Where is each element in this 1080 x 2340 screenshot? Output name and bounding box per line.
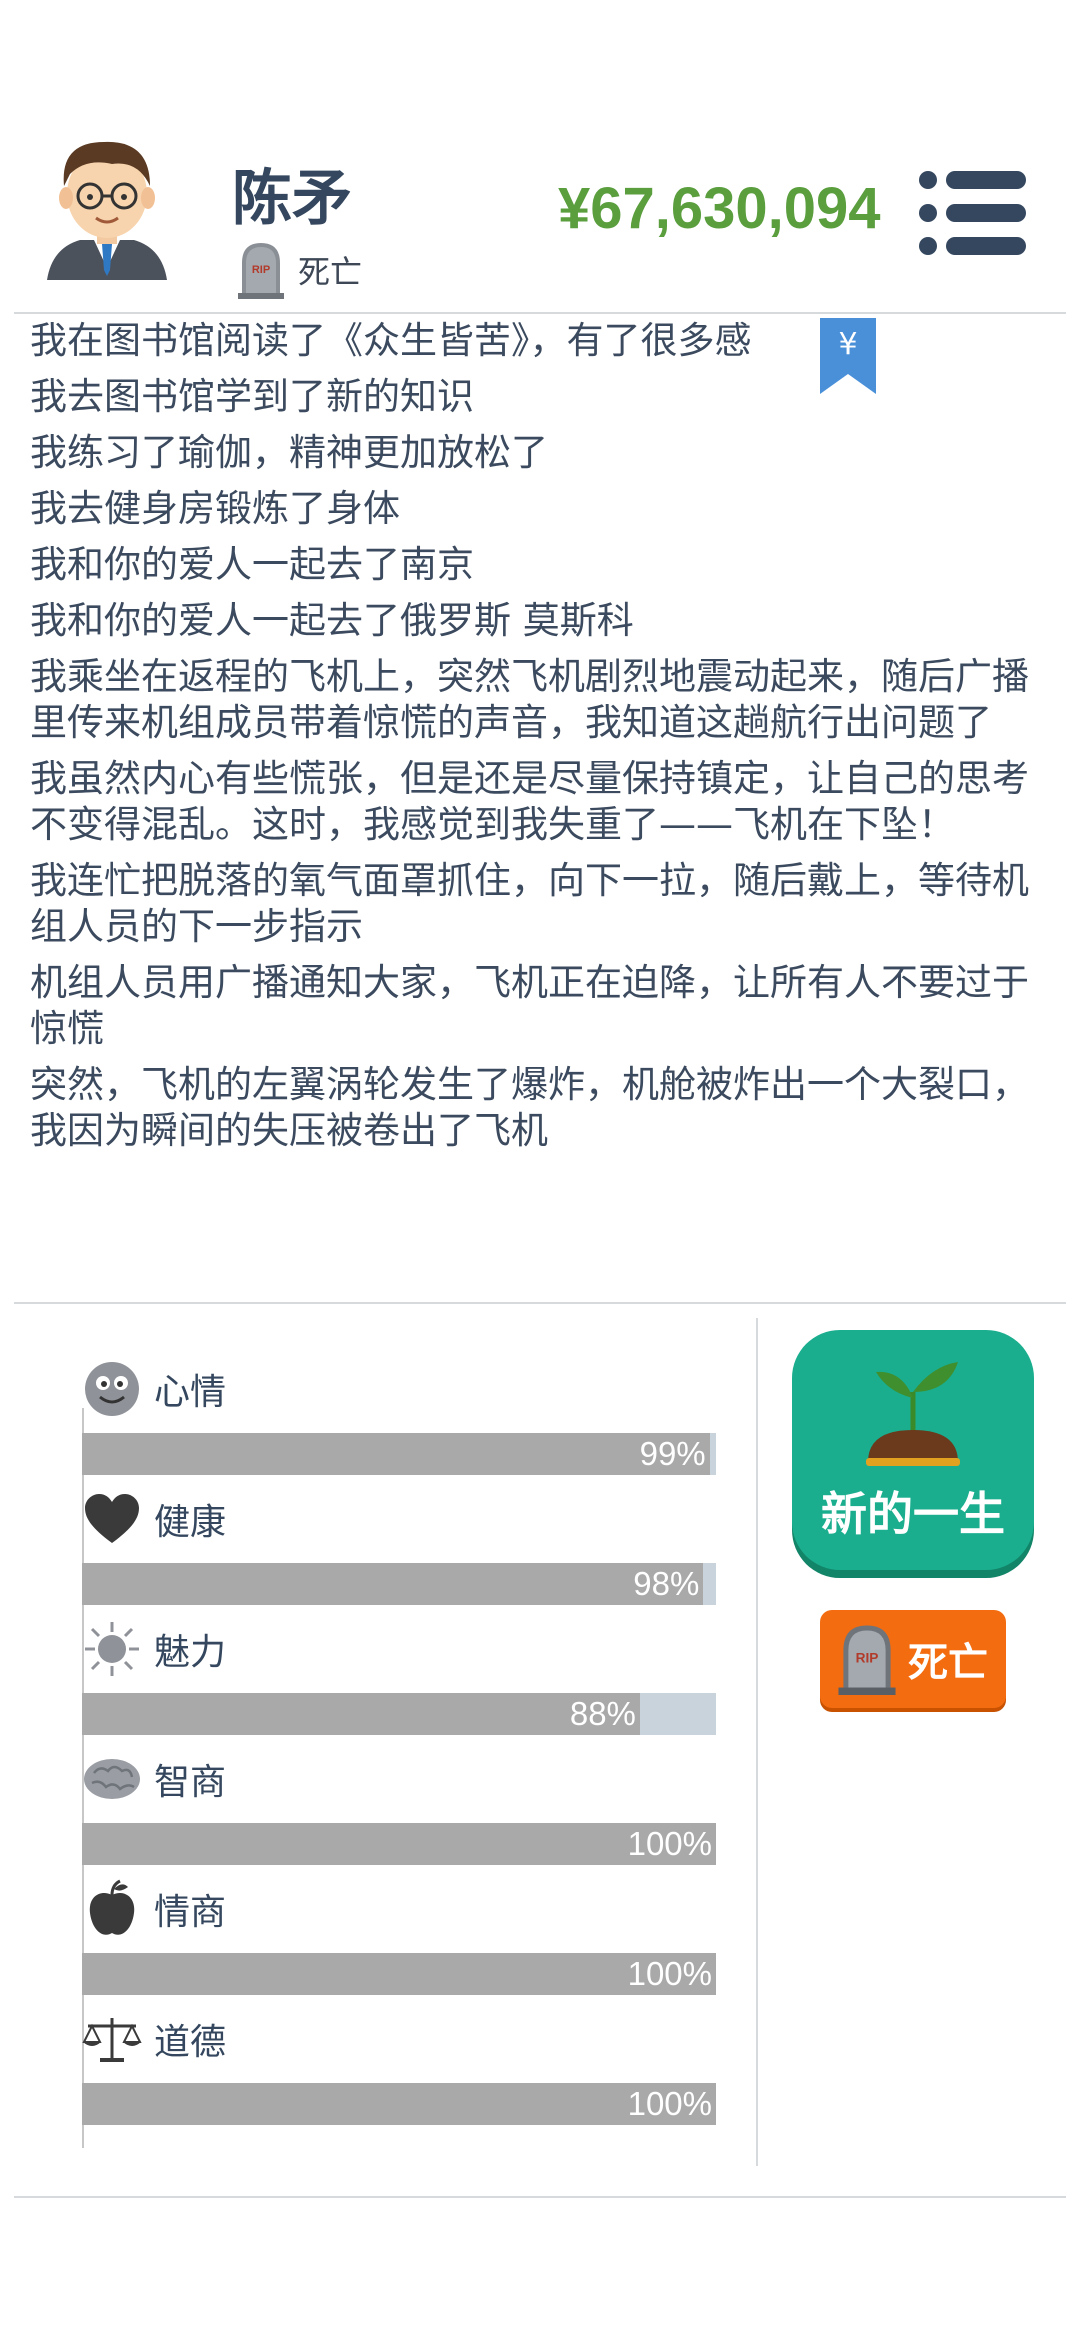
stats-panel: 心情 99% 健康 98% 魅力 88% 智商 100% 情商 100% 道德 … bbox=[82, 1345, 722, 2125]
stat-charm: 魅力 88% bbox=[82, 1605, 722, 1735]
log-entry: 我和你的爱人一起去了南京 bbox=[30, 543, 474, 586]
log-entry: 突然，飞机的左翼涡轮发生了爆炸，机舱被炸出一个大裂口，我因为瞬间的失压被卷出了飞… bbox=[30, 1063, 1029, 1152]
dead-button-label: 死亡 bbox=[908, 1640, 988, 1686]
stat-bar: 100% bbox=[82, 1823, 716, 1865]
stat-label: 道德 bbox=[154, 2022, 227, 2063]
stat-bar: 100% bbox=[82, 2083, 716, 2125]
log-entry: 我去健身房锻炼了身体 bbox=[30, 487, 400, 530]
stat-percent: 100% bbox=[627, 2085, 712, 2122]
log-entry: 我连忙把脱落的氧气面罩抓住，向下一拉，随后戴上，等待机组人员的下一步指示 bbox=[30, 859, 1029, 948]
stat-percent: 88% bbox=[569, 1695, 636, 1732]
stat-label: 智商 bbox=[154, 1762, 227, 1803]
new-life-button[interactable]: 新的一生 bbox=[792, 1330, 1034, 1570]
log-entry: 我在图书馆阅读了《众生皆苦》，有了很多感 bbox=[30, 319, 752, 362]
log-entry: 我去图书馆学到了新的知识 bbox=[30, 375, 474, 418]
sun-icon bbox=[82, 1619, 142, 1679]
stat-bar: 99% bbox=[82, 1433, 716, 1475]
log-entry: 我练习了瑜伽，精神更加放松了 bbox=[30, 431, 548, 474]
stat-health: 健康 98% bbox=[82, 1475, 722, 1605]
panel-divider bbox=[756, 1318, 758, 2166]
stat-label: 健康 bbox=[154, 1502, 227, 1543]
svg-text:RIP: RIP bbox=[856, 1651, 879, 1666]
stat-percent: 98% bbox=[633, 1565, 700, 1602]
profile-header: 陈矛 RIP 死亡 ¥67,630,094 bbox=[0, 0, 1080, 312]
menu-icon[interactable] bbox=[918, 170, 1028, 256]
smiley-icon bbox=[82, 1359, 142, 1419]
stat-label: 心情 bbox=[154, 1372, 227, 1413]
stat-morality: 道德 100% bbox=[82, 1995, 722, 2125]
header-divider bbox=[14, 312, 1066, 314]
avatar bbox=[47, 141, 167, 280]
player-name: 陈矛 bbox=[232, 164, 352, 234]
stat-bar: 100% bbox=[82, 1953, 716, 1995]
event-log: 我在图书馆阅读了《众生皆苦》，有了很多感 我去图书馆学到了新的知识 我练习了瑜伽… bbox=[30, 318, 1054, 1164]
dead-button[interactable]: RIP 死亡 bbox=[820, 1610, 1006, 1708]
tombstone-icon: RIP bbox=[838, 1625, 896, 1695]
stat-bar: 98% bbox=[82, 1563, 716, 1605]
bookmark-symbol: ¥ bbox=[838, 327, 857, 362]
stat-mood: 心情 99% bbox=[82, 1345, 722, 1475]
stat-percent: 99% bbox=[639, 1435, 706, 1472]
log-entry: 机组人员用广播通知大家，飞机正在迫降，让所有人不要过于惊慌 bbox=[30, 961, 1029, 1050]
stat-bar: 88% bbox=[82, 1693, 716, 1735]
footer-divider bbox=[14, 2196, 1066, 2198]
new-life-label: 新的一生 bbox=[821, 1487, 1005, 1541]
stat-percent: 100% bbox=[627, 1955, 712, 1992]
apple-icon bbox=[82, 1879, 142, 1939]
svg-text:RIP: RIP bbox=[252, 264, 270, 276]
log-entry: 我乘坐在返程的飞机上，突然飞机剧烈地震动起来，随后广播里传来机组成员带着惊慌的声… bbox=[30, 655, 1029, 744]
log-entry: 我和你的爱人一起去了俄罗斯 莫斯科 bbox=[30, 599, 634, 642]
money-balance: ¥67,630,094 bbox=[558, 176, 881, 241]
sprout-icon bbox=[866, 1362, 960, 1466]
stat-percent: 100% bbox=[627, 1825, 712, 1862]
stat-eq: 情商 100% bbox=[82, 1865, 722, 1995]
life-status: RIP 死亡 bbox=[238, 240, 362, 300]
stat-iq: 智商 100% bbox=[82, 1735, 722, 1865]
life-status-label: 死亡 bbox=[298, 253, 363, 291]
stat-label: 情商 bbox=[154, 1892, 227, 1933]
log-divider bbox=[14, 1302, 1066, 1304]
brain-icon bbox=[82, 1749, 142, 1809]
stat-label: 魅力 bbox=[154, 1632, 227, 1673]
scales-icon bbox=[82, 2009, 142, 2069]
log-entry: 我虽然内心有些慌张，但是还是尽量保持镇定，让自己的思考不变得混乱。这时，我感觉到… bbox=[30, 757, 1029, 846]
heart-icon bbox=[82, 1489, 142, 1549]
tombstone-icon: RIP bbox=[238, 243, 284, 299]
yuan-bookmark-icon[interactable]: ¥ bbox=[820, 318, 876, 394]
